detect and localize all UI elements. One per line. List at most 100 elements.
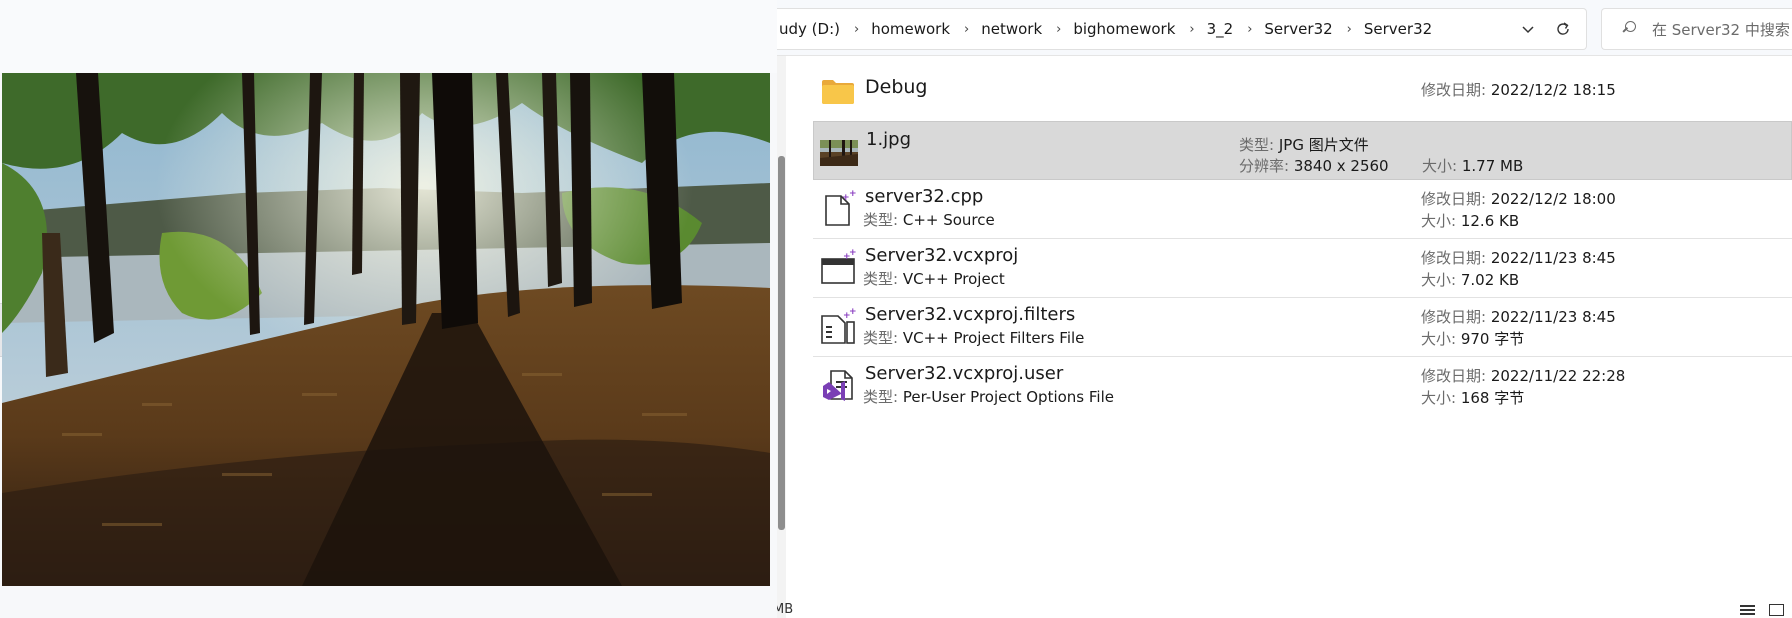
type-label: 类型: <box>863 388 899 406</box>
size-value: 7.02 KB <box>1460 271 1520 289</box>
search-icon <box>1620 20 1638 38</box>
file-list: Debug 修改日期: 2022/12/2 18:15 1.jpg 类型: JP… <box>813 62 1792 416</box>
file-type: 类型: Per-User Project Options File <box>863 386 1114 407</box>
visual-studio-user-file-icon <box>823 370 853 401</box>
file-resolution: 分辨率: 3840 x 2560 <box>1239 155 1389 176</box>
breadcrumb-drive[interactable]: udy (D:) <box>777 20 842 38</box>
resolution-label: 分辨率: <box>1239 157 1290 175</box>
breadcrumb-server32-current[interactable]: Server32 <box>1362 20 1434 38</box>
file-size: 大小: 7.02 KB <box>1421 269 1519 290</box>
file-size: 大小: 1.77 MB <box>1422 155 1523 176</box>
size-value: 970 字节 <box>1460 330 1525 348</box>
size-label: 大小: <box>1421 330 1457 348</box>
navigation-pane-scrollbar[interactable] <box>777 56 786 618</box>
search-input[interactable]: 在 Server32 中搜索 <box>1601 8 1792 50</box>
breadcrumb-3-2[interactable]: 3_2 <box>1205 20 1236 38</box>
address-bar[interactable]: udy (D:) › homework › network › bighomew… <box>777 8 1587 50</box>
search-placeholder: 在 Server32 中搜索 <box>1652 20 1790 39</box>
photo-viewer-window <box>0 0 777 618</box>
modified-value: 2022/12/2 18:00 <box>1490 190 1616 208</box>
modified-label: 修改日期: <box>1421 190 1487 208</box>
file-modified: 修改日期: 2022/12/2 18:00 <box>1421 188 1616 209</box>
file-explorer-window: udy (D:) › homework › network › bighomew… <box>773 0 1792 618</box>
breadcrumb-bighomework[interactable]: bighomework <box>1071 20 1177 38</box>
modified-value: 2022/12/2 18:15 <box>1490 81 1616 99</box>
size-value: 12.6 KB <box>1460 212 1520 230</box>
file-name: Server32.vcxproj <box>865 245 1019 266</box>
modified-value: 2022/11/23 8:45 <box>1490 308 1616 326</box>
type-value: C++ Source <box>902 211 995 229</box>
file-type: 类型: JPG 图片文件 <box>1239 134 1369 155</box>
cpp-file-icon: + + <box>825 190 857 226</box>
size-value: 1.77 MB <box>1461 157 1524 175</box>
file-row-server32-vcxproj[interactable]: + + Server32.vcxproj 类型: VC++ Project 修改… <box>813 239 1792 298</box>
file-modified: 修改日期: 2022/11/23 8:45 <box>1421 247 1616 268</box>
type-label: 类型: <box>1239 136 1275 154</box>
file-modified: 修改日期: 2022/12/2 18:15 <box>1421 79 1616 100</box>
vcxproj-file-icon: + + <box>821 249 857 284</box>
size-label: 大小: <box>1421 271 1457 289</box>
file-name: server32.cpp <box>865 186 984 207</box>
breadcrumb-separator-icon[interactable]: › <box>1177 22 1206 37</box>
size-label: 大小: <box>1421 389 1457 407</box>
resolution-value: 3840 x 2560 <box>1293 157 1389 175</box>
size-label: 大小: <box>1421 212 1457 230</box>
svg-text:+: + <box>849 249 857 258</box>
file-size: 大小: 970 字节 <box>1421 328 1524 349</box>
file-type: 类型: VC++ Project <box>863 268 1005 289</box>
modified-label: 修改日期: <box>1421 249 1487 267</box>
file-size: 大小: 168 字节 <box>1421 387 1524 408</box>
breadcrumb: udy (D:) › homework › network › bighomew… <box>777 20 1586 38</box>
breadcrumb-separator-icon[interactable]: › <box>1044 22 1073 37</box>
svg-text:+: + <box>849 308 857 317</box>
file-name: 1.jpg <box>866 129 912 150</box>
refresh-button[interactable] <box>1550 16 1576 42</box>
viewer-titlebar[interactable] <box>0 0 777 73</box>
type-label: 类型: <box>863 211 899 229</box>
file-row-server32-vcxproj-user[interactable]: Server32.vcxproj.user 类型: Per-User Proje… <box>813 357 1792 416</box>
file-type: 类型: VC++ Project Filters File <box>863 327 1084 348</box>
type-label: 类型: <box>863 329 899 347</box>
breadcrumb-homework[interactable]: homework <box>869 20 952 38</box>
modified-label: 修改日期: <box>1421 308 1487 326</box>
type-label: 类型: <box>863 270 899 288</box>
size-value: 168 字节 <box>1460 389 1525 407</box>
large-icons-view-icon[interactable] <box>1769 604 1784 616</box>
size-label: 大小: <box>1422 157 1458 175</box>
image-thumbnail-icon <box>820 140 858 166</box>
forest-photo-image <box>2 73 770 586</box>
file-row-debug[interactable]: Debug 修改日期: 2022/12/2 18:15 <box>813 62 1792 121</box>
address-history-dropdown[interactable] <box>1515 16 1541 42</box>
forest-photo-preview <box>2 73 770 586</box>
file-row-server32-cpp[interactable]: + + server32.cpp 类型: C++ Source 修改日期: 20… <box>813 180 1792 239</box>
filters-file-icon: + + <box>821 308 857 344</box>
refresh-icon <box>1557 22 1569 35</box>
modified-label: 修改日期: <box>1421 81 1487 99</box>
type-value: Per-User Project Options File <box>902 388 1114 406</box>
file-row-1-jpg[interactable]: 1.jpg 类型: JPG 图片文件 分辨率: 3840 x 2560 大小: … <box>813 121 1792 180</box>
breadcrumb-separator-icon[interactable]: › <box>952 22 981 37</box>
file-type: 类型: C++ Source <box>863 209 995 230</box>
breadcrumb-separator-icon[interactable]: › <box>842 22 871 37</box>
file-row-server32-vcxproj-filters[interactable]: + + Server32.vcxproj.filters 类型: VC++ Pr… <box>813 298 1792 357</box>
file-modified: 修改日期: 2022/11/23 8:45 <box>1421 306 1616 327</box>
type-value: VC++ Project <box>902 270 1005 288</box>
type-value: VC++ Project Filters File <box>902 329 1085 347</box>
breadcrumb-separator-icon[interactable]: › <box>1235 22 1264 37</box>
file-name: Server32.vcxproj.filters <box>865 304 1076 325</box>
chevron-down-icon <box>1522 26 1534 34</box>
breadcrumb-server32-parent[interactable]: Server32 <box>1262 20 1334 38</box>
view-toggle <box>1740 604 1784 616</box>
breadcrumb-separator-icon[interactable]: › <box>1335 22 1364 37</box>
folder-icon <box>822 80 854 104</box>
file-name: Debug <box>865 76 928 98</box>
file-name: Server32.vcxproj.user <box>865 363 1064 384</box>
svg-text:+: + <box>849 190 857 199</box>
scrollbar-thumb[interactable] <box>778 156 785 530</box>
type-value: JPG 图片文件 <box>1278 136 1369 154</box>
file-size: 大小: 12.6 KB <box>1421 210 1519 231</box>
modified-value: 2022/11/22 22:28 <box>1490 367 1626 385</box>
breadcrumb-network[interactable]: network <box>979 20 1044 38</box>
details-view-icon[interactable] <box>1740 604 1755 616</box>
modified-value: 2022/11/23 8:45 <box>1490 249 1616 267</box>
